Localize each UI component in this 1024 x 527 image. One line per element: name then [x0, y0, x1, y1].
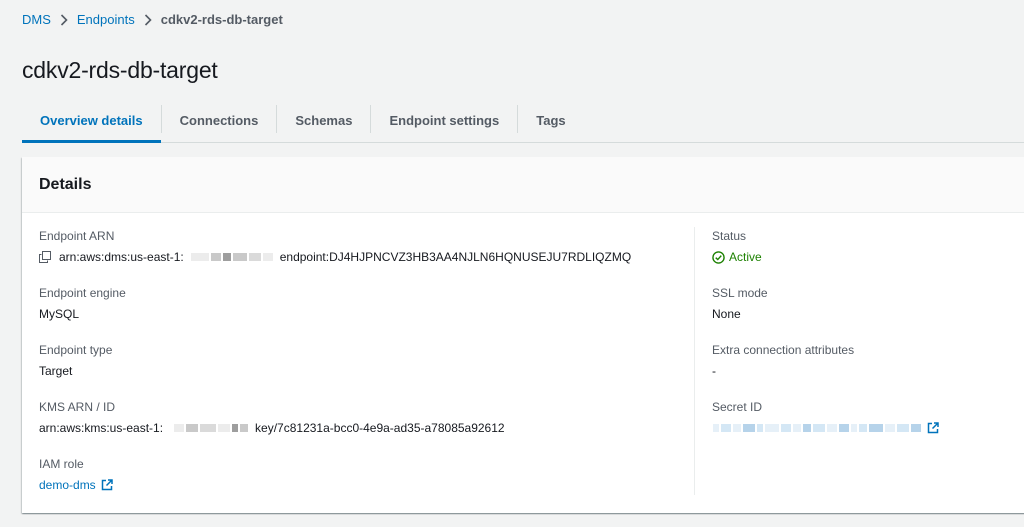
- status-text: Active: [729, 250, 762, 264]
- secret-id-label: Secret ID: [712, 400, 763, 414]
- extra-connection-attributes-label: Extra connection attributes: [712, 343, 855, 357]
- tab-endpoint-settings[interactable]: Endpoint settings: [371, 98, 517, 142]
- endpoint-type-label: Endpoint type: [39, 343, 113, 357]
- page-title: cdkv2-rds-db-target: [22, 57, 218, 83]
- panel-title: Details: [39, 175, 92, 193]
- endpoint-arn-label: Endpoint ARN: [39, 229, 115, 243]
- tab-overview-details[interactable]: Overview details: [22, 98, 161, 143]
- external-link-icon: [927, 422, 939, 434]
- extra-connection-attributes-value: -: [712, 364, 716, 378]
- status-label: Status: [712, 229, 747, 243]
- external-link-icon: [101, 479, 113, 491]
- status-field: Status Active: [712, 229, 939, 266]
- details-right-column: Status Active SSL mode None Extra connec…: [712, 229, 939, 457]
- iam-role-field: IAM role demo-dms: [39, 457, 631, 494]
- endpoint-type-field: Endpoint type Target: [39, 343, 631, 380]
- endpoint-type-value: Target: [39, 364, 73, 378]
- tab-connections[interactable]: Connections: [162, 98, 277, 142]
- breadcrumb-dms[interactable]: DMS: [22, 12, 51, 27]
- breadcrumb-current: cdkv2-rds-db-target: [160, 12, 283, 27]
- details-left-column: Endpoint ARN arn:aws:dms:us-east-1: endp…: [39, 229, 631, 514]
- endpoint-engine-label: Endpoint engine: [39, 286, 126, 300]
- ssl-mode-value: None: [712, 307, 741, 321]
- iam-role-link[interactable]: demo-dms: [39, 477, 113, 493]
- copy-icon[interactable]: [39, 251, 51, 263]
- endpoint-engine-value: MySQL: [39, 307, 80, 321]
- iam-role-value: demo-dms: [39, 477, 631, 493]
- breadcrumb: DMS Endpoints cdkv2-rds-db-target: [22, 12, 283, 27]
- endpoint-arn-prefix: arn:aws:dms:us-east-1:: [59, 250, 184, 264]
- redacted-account-id: [173, 424, 249, 432]
- tab-tags[interactable]: Tags: [518, 98, 583, 142]
- column-divider: [694, 227, 695, 495]
- kms-prefix: arn:aws:kms:us-east-1:: [39, 421, 164, 435]
- secret-id-value: [712, 420, 939, 436]
- endpoint-arn-value: arn:aws:dms:us-east-1: endpoint:DJ4HJPNC…: [39, 249, 631, 265]
- status-check-icon: [712, 250, 725, 264]
- extra-connection-attributes-field: Extra connection attributes -: [712, 343, 939, 380]
- ssl-mode-field: SSL mode None: [712, 286, 939, 323]
- tab-schemas[interactable]: Schemas: [277, 98, 370, 142]
- endpoint-arn-suffix: endpoint:DJ4HJPNCVZ3HB3AA4NJLN6HQNUSEJU7…: [279, 250, 632, 264]
- status-value: Active: [712, 249, 939, 265]
- secret-id-field: Secret ID: [712, 400, 939, 437]
- panel-header: Details: [22, 157, 1024, 213]
- kms-label: KMS ARN / ID: [39, 400, 116, 414]
- details-panel: Details Endpoint ARN arn:aws:dms:us-east…: [22, 157, 1024, 513]
- ssl-mode-label: SSL mode: [712, 286, 768, 300]
- kms-suffix: key/7c81231a-bcc0-4e9a-ad35-a78085a92612: [255, 421, 505, 435]
- endpoint-engine-field: Endpoint engine MySQL: [39, 286, 631, 323]
- kms-field: KMS ARN / ID arn:aws:kms:us-east-1: key/…: [39, 400, 631, 437]
- iam-role-label: IAM role: [39, 457, 84, 471]
- kms-value: arn:aws:kms:us-east-1: key/7c81231a-bcc0…: [39, 420, 631, 436]
- redacted-secret-id: [712, 424, 922, 432]
- secret-id-link[interactable]: [712, 422, 939, 434]
- chevron-right-icon: [144, 13, 152, 26]
- endpoint-arn-field: Endpoint ARN arn:aws:dms:us-east-1: endp…: [39, 229, 631, 266]
- chevron-right-icon: [60, 13, 68, 26]
- redacted-account-id: [190, 253, 274, 261]
- breadcrumb-endpoints[interactable]: Endpoints: [77, 12, 135, 27]
- iam-role-link-text: demo-dms: [39, 478, 96, 492]
- tab-bar: Overview details Connections Schemas End…: [22, 98, 1024, 143]
